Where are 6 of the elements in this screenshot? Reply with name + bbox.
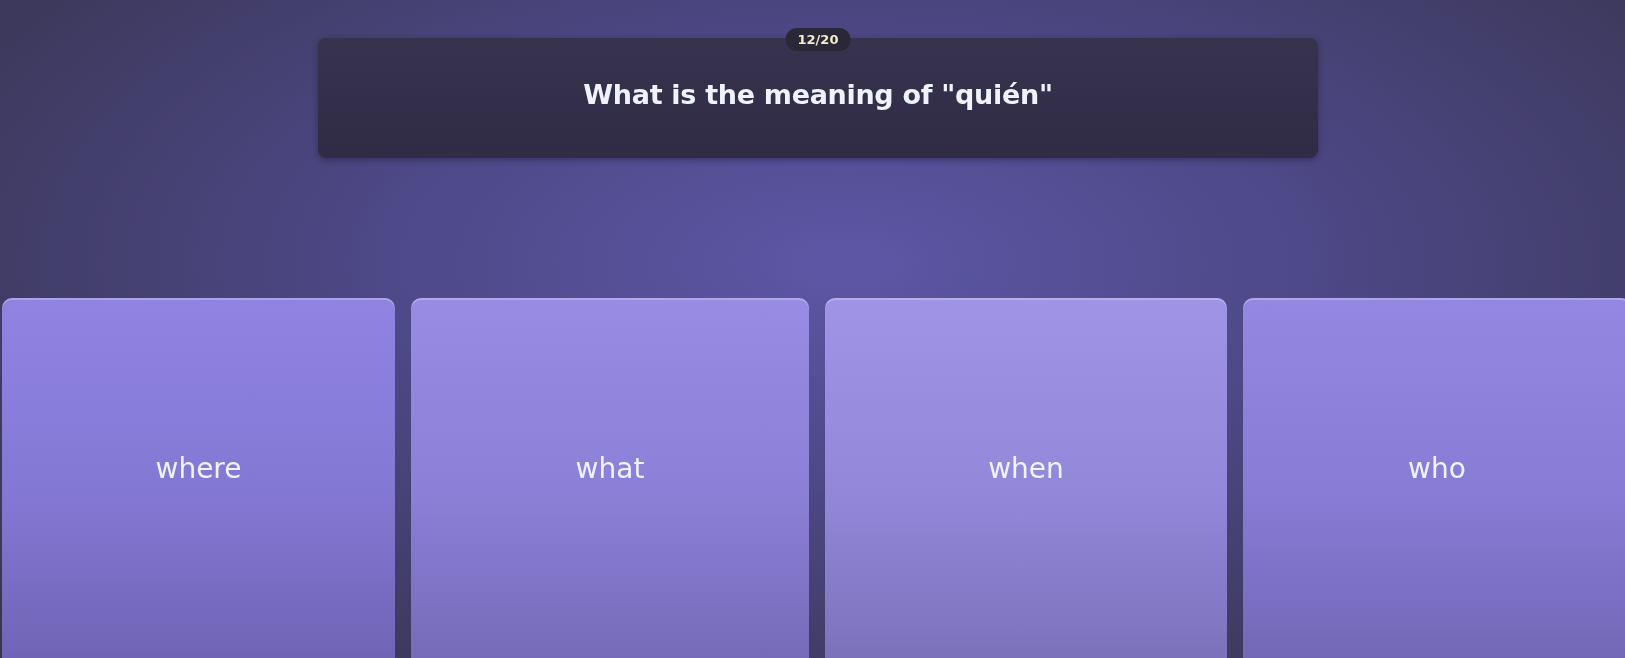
answer-option[interactable]: who — [1243, 298, 1625, 658]
answer-option[interactable]: where — [2, 298, 395, 658]
answer-option[interactable]: what — [411, 298, 809, 658]
question-text: What is the meaning of "quién" — [583, 78, 1053, 110]
answer-option[interactable]: when — [825, 298, 1227, 658]
question-counter: 12/20 — [785, 28, 851, 51]
